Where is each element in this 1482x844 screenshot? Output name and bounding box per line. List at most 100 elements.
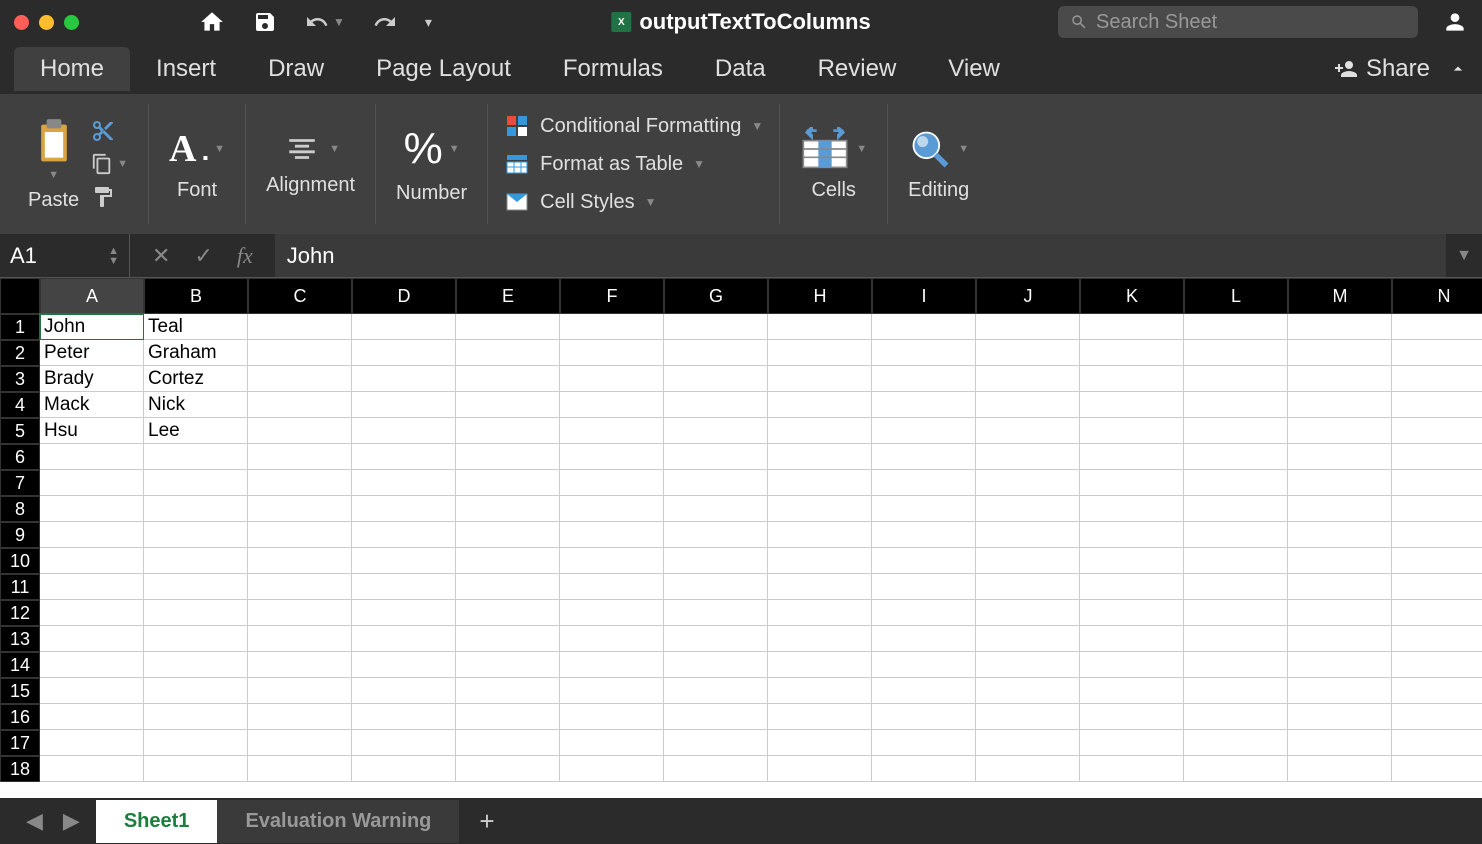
- row-header[interactable]: 4: [0, 392, 40, 418]
- cell[interactable]: [40, 600, 144, 626]
- cell[interactable]: [1080, 704, 1184, 730]
- row-header[interactable]: 8: [0, 496, 40, 522]
- cell[interactable]: [872, 340, 976, 366]
- formula-input[interactable]: John: [275, 234, 1446, 277]
- cell[interactable]: [1288, 626, 1392, 652]
- cell[interactable]: [976, 496, 1080, 522]
- cell[interactable]: [248, 730, 352, 756]
- cell[interactable]: [1288, 704, 1392, 730]
- cell[interactable]: [1288, 496, 1392, 522]
- cell[interactable]: [248, 626, 352, 652]
- cell[interactable]: [768, 756, 872, 782]
- cell[interactable]: [1184, 730, 1288, 756]
- cell[interactable]: [872, 444, 976, 470]
- row-header[interactable]: 15: [0, 678, 40, 704]
- cell[interactable]: [976, 704, 1080, 730]
- cell[interactable]: [976, 340, 1080, 366]
- cell[interactable]: [1392, 470, 1482, 496]
- cell[interactable]: [768, 548, 872, 574]
- cell[interactable]: [1392, 496, 1482, 522]
- cell[interactable]: [1392, 444, 1482, 470]
- cell[interactable]: [560, 756, 664, 782]
- cell[interactable]: [560, 730, 664, 756]
- cell[interactable]: [1184, 340, 1288, 366]
- cell[interactable]: [1288, 522, 1392, 548]
- cell[interactable]: [1288, 444, 1392, 470]
- cell[interactable]: [1080, 652, 1184, 678]
- column-header[interactable]: D: [352, 278, 456, 314]
- row-header[interactable]: 14: [0, 652, 40, 678]
- cell[interactable]: [248, 418, 352, 444]
- cell[interactable]: [872, 704, 976, 730]
- cell[interactable]: [352, 470, 456, 496]
- cell[interactable]: [976, 652, 1080, 678]
- cell[interactable]: [768, 522, 872, 548]
- cell[interactable]: [976, 444, 1080, 470]
- cell[interactable]: [976, 548, 1080, 574]
- cell[interactable]: [352, 496, 456, 522]
- paste-button[interactable]: ▼ Paste: [28, 117, 79, 212]
- name-box[interactable]: A1 ▲▼: [0, 234, 130, 277]
- cell[interactable]: [768, 366, 872, 392]
- cell[interactable]: Lee: [144, 418, 248, 444]
- cell[interactable]: [1184, 652, 1288, 678]
- row-header[interactable]: 2: [0, 340, 40, 366]
- cell[interactable]: [768, 418, 872, 444]
- home-icon[interactable]: [199, 9, 225, 35]
- cell[interactable]: [144, 548, 248, 574]
- cell[interactable]: [1288, 418, 1392, 444]
- cell[interactable]: [352, 548, 456, 574]
- cell[interactable]: [1184, 522, 1288, 548]
- cell[interactable]: [352, 600, 456, 626]
- cell[interactable]: [1080, 496, 1184, 522]
- cell[interactable]: [664, 470, 768, 496]
- cell[interactable]: [664, 548, 768, 574]
- column-header[interactable]: M: [1288, 278, 1392, 314]
- cell[interactable]: [1184, 470, 1288, 496]
- ribbon-tab-data[interactable]: Data: [689, 47, 792, 91]
- conditional-formatting-button[interactable]: Conditional Formatting ▼: [504, 113, 763, 139]
- cell[interactable]: [248, 496, 352, 522]
- cell[interactable]: [976, 314, 1080, 340]
- row-header[interactable]: 3: [0, 366, 40, 392]
- cut-icon[interactable]: [91, 119, 128, 143]
- cell[interactable]: [1392, 626, 1482, 652]
- cell[interactable]: [872, 418, 976, 444]
- cell[interactable]: [976, 574, 1080, 600]
- cell[interactable]: [1080, 314, 1184, 340]
- column-header[interactable]: E: [456, 278, 560, 314]
- row-header[interactable]: 10: [0, 548, 40, 574]
- cell[interactable]: Hsu: [40, 418, 144, 444]
- row-header[interactable]: 18: [0, 756, 40, 782]
- row-header[interactable]: 11: [0, 574, 40, 600]
- cell[interactable]: [976, 678, 1080, 704]
- minimize-window-button[interactable]: [39, 15, 54, 30]
- editing-group[interactable]: ▼ Editing: [888, 104, 989, 224]
- cell[interactable]: [40, 574, 144, 600]
- column-header[interactable]: A: [40, 278, 144, 314]
- cell[interactable]: [352, 756, 456, 782]
- cell[interactable]: [248, 548, 352, 574]
- cell[interactable]: [248, 600, 352, 626]
- format-as-table-button[interactable]: Format as Table ▼: [504, 151, 705, 177]
- cell[interactable]: [1184, 314, 1288, 340]
- cell[interactable]: [144, 522, 248, 548]
- ribbon-tab-page-layout[interactable]: Page Layout: [350, 47, 537, 91]
- cell[interactable]: [40, 730, 144, 756]
- cell[interactable]: [1288, 756, 1392, 782]
- cell[interactable]: [872, 470, 976, 496]
- cell[interactable]: [872, 574, 976, 600]
- cancel-formula-icon[interactable]: ✕: [152, 243, 170, 269]
- cell[interactable]: [560, 340, 664, 366]
- cell[interactable]: Teal: [144, 314, 248, 340]
- cell[interactable]: [872, 496, 976, 522]
- cell[interactable]: [352, 366, 456, 392]
- font-group[interactable]: A▪▼ Font: [149, 104, 246, 224]
- undo-icon[interactable]: ▼: [305, 10, 345, 34]
- cell[interactable]: [768, 730, 872, 756]
- cell[interactable]: [872, 730, 976, 756]
- cell[interactable]: [768, 314, 872, 340]
- maximize-window-button[interactable]: [64, 15, 79, 30]
- cell[interactable]: [1392, 756, 1482, 782]
- share-button[interactable]: Share: [1334, 55, 1430, 83]
